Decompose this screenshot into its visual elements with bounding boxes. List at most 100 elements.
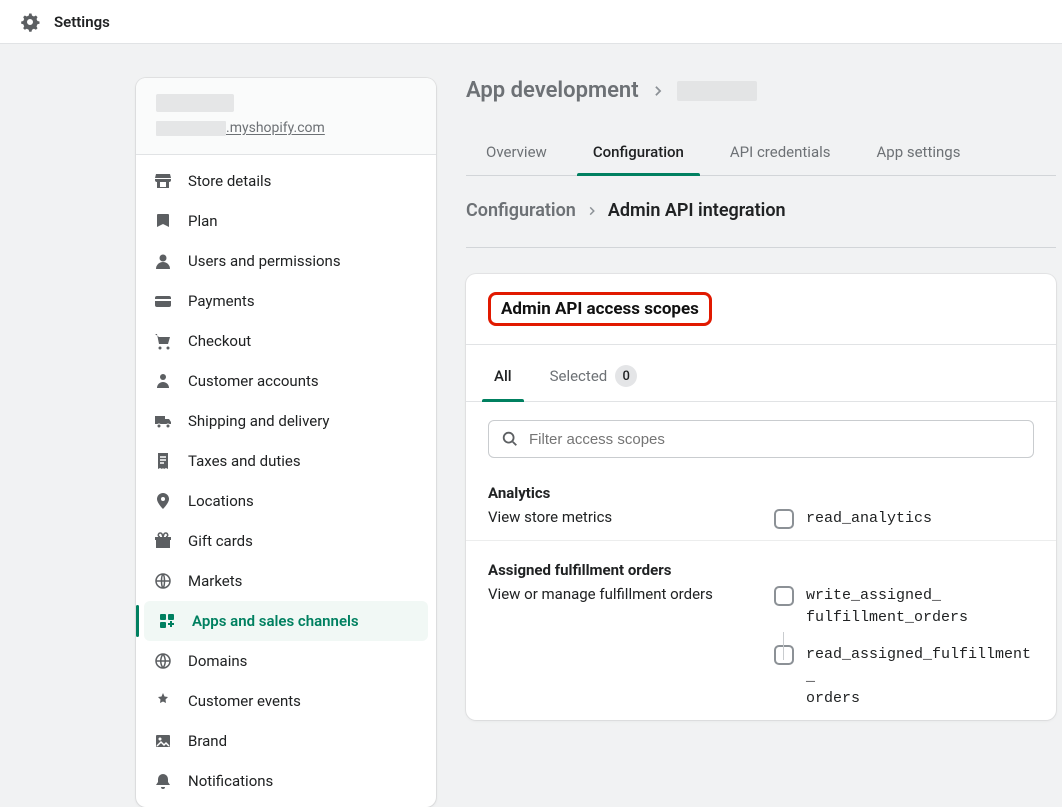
sidebar-item-label: Checkout	[188, 332, 251, 350]
scopes-card-title: Admin API access scopes	[501, 299, 699, 319]
sidebar-item-users[interactable]: Users and permissions	[136, 241, 436, 281]
tab-configuration[interactable]: Configuration	[591, 133, 686, 175]
scope-group-desc: View or manage fulfillment orders	[488, 585, 762, 603]
settings-nav: Store details Plan Users and permissions Pa…	[136, 155, 436, 807]
sidebar-item-domains[interactable]: Domains	[136, 641, 436, 681]
scope-options: write_assigned_fulfillment_orders read_a…	[774, 585, 1034, 710]
scope-checkbox[interactable]	[774, 509, 794, 529]
sidebar-item-customer-accounts[interactable]: Customer accounts	[136, 361, 436, 401]
sidebar-item-label: Store details	[188, 172, 271, 190]
scope-option: write_assigned_fulfillment_orders	[774, 585, 1034, 629]
breadcrumb-config: Configuration Admin API integration	[466, 200, 1056, 248]
sidebar-item-label: Shipping and delivery	[188, 412, 330, 430]
sidebar-item-checkout[interactable]: Checkout	[136, 321, 436, 361]
sidebar-item-brand[interactable]: Brand	[136, 721, 436, 761]
locations-icon	[152, 490, 174, 512]
scopes-card-header: Admin API access scopes	[466, 274, 1056, 344]
topbar-title: Settings	[54, 13, 110, 31]
breadcrumb-config-current: Admin API integration	[608, 200, 786, 221]
scope-tab-label: Selected	[550, 367, 608, 385]
scope-tabs: All Selected 0	[466, 345, 1056, 402]
sidebar-item-plan[interactable]: Plan	[136, 201, 436, 241]
main-content: App development Overview Configuration API…	[466, 78, 1062, 807]
scope-checkbox[interactable]	[774, 645, 794, 665]
breadcrumb-app-name-redacted	[677, 81, 757, 101]
sidebar-item-label: Markets	[188, 572, 242, 590]
scope-tab-selected[interactable]: Selected 0	[544, 359, 644, 401]
scope-row: View store metrics read_analytics	[488, 508, 1034, 530]
scope-option: read_analytics	[774, 508, 1034, 530]
domains-icon	[152, 650, 174, 672]
store-name-redacted	[156, 94, 234, 112]
scopes-card-title-highlight: Admin API access scopes	[488, 292, 712, 326]
scope-options: read_analytics	[774, 508, 1034, 530]
store-domain[interactable]: .myshopify.com	[156, 120, 416, 136]
store-icon	[152, 170, 174, 192]
sidebar-item-label: Gift cards	[188, 532, 253, 550]
events-icon	[152, 690, 174, 712]
scope-code: write_assigned_fulfillment_orders	[806, 585, 968, 629]
scope-group-desc: View store metrics	[488, 508, 762, 526]
sidebar-item-label: Customer accounts	[188, 372, 319, 390]
scope-group: Assigned fulfillment orders View or mana…	[466, 541, 1056, 720]
search-wrap	[466, 402, 1056, 464]
sidebar-item-payments[interactable]: Payments	[136, 281, 436, 321]
scope-tab-all[interactable]: All	[488, 359, 518, 401]
topbar: Settings	[0, 0, 1062, 44]
sidebar-item-label: Locations	[188, 492, 254, 510]
gear-icon	[20, 12, 40, 32]
sidebar-item-taxes[interactable]: Taxes and duties	[136, 441, 436, 481]
breadcrumb-top: App development	[466, 78, 1056, 103]
customer-icon	[152, 370, 174, 392]
sidebar-item-customer-events[interactable]: Customer events	[136, 681, 436, 721]
scope-option: read_assigned_fulfillment_orders	[774, 644, 1034, 709]
sidebar-item-label: Domains	[188, 652, 247, 670]
taxes-icon	[152, 450, 174, 472]
scope-row: View or manage fulfillment orders write_…	[488, 585, 1034, 710]
chevron-right-icon	[651, 84, 665, 98]
scope-code: read_analytics	[806, 508, 932, 530]
store-header[interactable]: .myshopify.com	[136, 78, 436, 155]
tab-overview[interactable]: Overview	[484, 133, 549, 175]
breadcrumb-top-label[interactable]: App development	[466, 78, 639, 103]
sidebar-item-label: Users and permissions	[188, 252, 341, 270]
apps-icon	[156, 610, 178, 632]
scope-group-title: Analytics	[488, 484, 1034, 502]
search-input[interactable]	[529, 431, 1021, 448]
scope-checkbox[interactable]	[774, 586, 794, 606]
notifications-icon	[152, 770, 174, 792]
sidebar-item-notifications[interactable]: Notifications	[136, 761, 436, 801]
scope-tab-count-badge: 0	[615, 365, 637, 387]
breadcrumb-config-parent[interactable]: Configuration	[466, 200, 576, 221]
tab-api-credentials[interactable]: API credentials	[728, 133, 833, 175]
scopes-card: Admin API access scopes All Selected 0 Ana…	[466, 274, 1056, 720]
sidebar-item-markets[interactable]: Markets	[136, 561, 436, 601]
chevron-right-icon	[586, 205, 598, 217]
search-icon	[501, 430, 519, 448]
scope-group: Analytics View store metrics read_analyt…	[466, 464, 1056, 541]
plan-icon	[152, 210, 174, 232]
page: .myshopify.com Store details Plan Users an…	[0, 44, 1062, 807]
users-icon	[152, 250, 174, 272]
store-domain-suffix: .myshopify.com	[226, 120, 325, 136]
checkout-icon	[152, 330, 174, 352]
payments-icon	[152, 290, 174, 312]
settings-sidebar: .myshopify.com Store details Plan Users an…	[136, 78, 436, 807]
search-box[interactable]	[488, 420, 1034, 458]
sidebar-item-label: Notifications	[188, 772, 273, 790]
sidebar-item-locations[interactable]: Locations	[136, 481, 436, 521]
sidebar-item-label: Plan	[188, 212, 218, 230]
sidebar-item-label: Customer events	[188, 692, 301, 710]
sidebar-item-shipping[interactable]: Shipping and delivery	[136, 401, 436, 441]
sidebar-item-label: Payments	[188, 292, 255, 310]
sidebar-item-apps[interactable]: Apps and sales channels	[144, 601, 428, 641]
sidebar-item-gift-cards[interactable]: Gift cards	[136, 521, 436, 561]
scope-tab-label: All	[494, 367, 512, 385]
sidebar-item-store-details[interactable]: Store details	[136, 161, 436, 201]
scope-group-title: Assigned fulfillment orders	[488, 561, 1034, 579]
sidebar-item-label: Brand	[188, 732, 227, 750]
scope-code: read_assigned_fulfillment_orders	[806, 644, 1034, 709]
app-tabs: Overview Configuration API credentials App …	[466, 133, 1056, 176]
markets-icon	[152, 570, 174, 592]
tab-app-settings[interactable]: App settings	[875, 133, 963, 175]
